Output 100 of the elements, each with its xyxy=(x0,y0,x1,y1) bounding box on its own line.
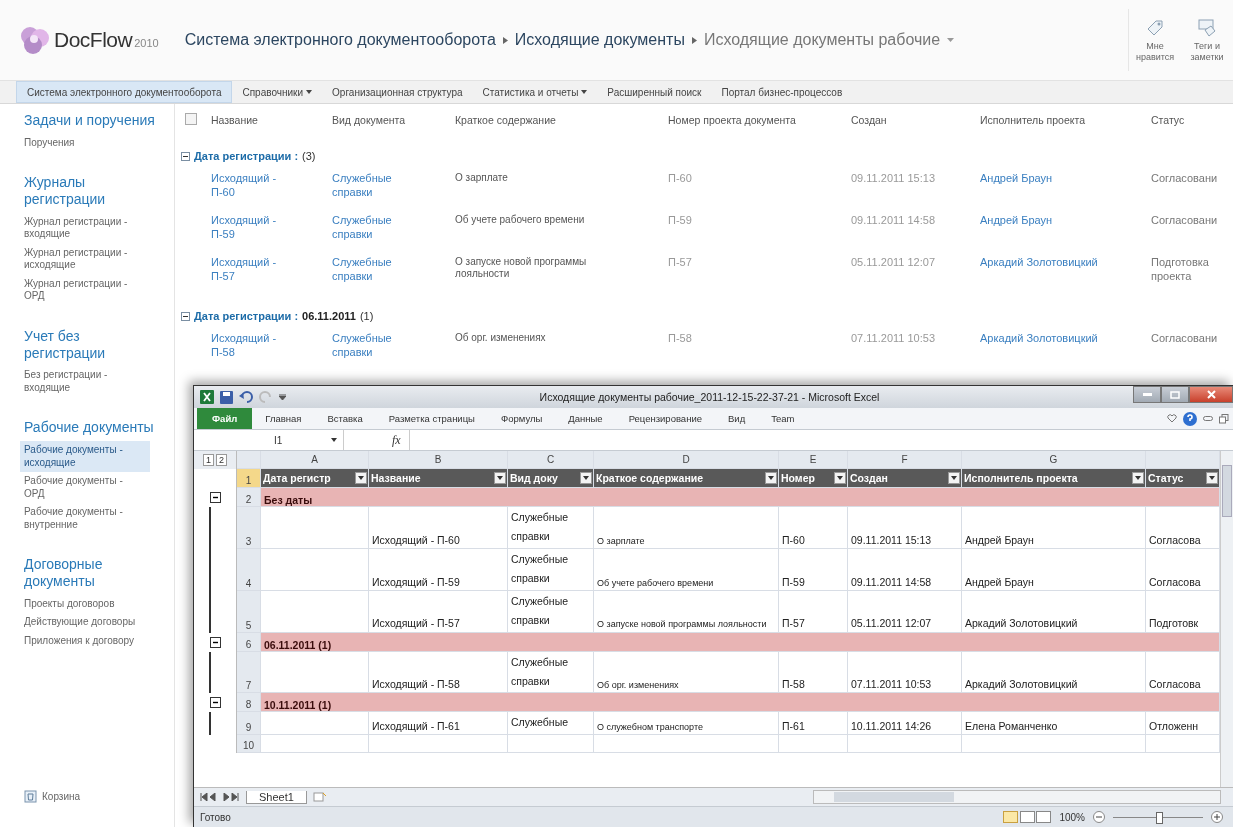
help-icon[interactable] xyxy=(1183,411,1197,426)
social-button[interactable]: Теги и заметки xyxy=(1181,18,1233,62)
sidebar-item[interactable]: Рабочие документы - исходящие xyxy=(20,441,150,473)
outline-level-button[interactable]: 1 xyxy=(203,453,214,467)
row-number[interactable]: 4 xyxy=(245,577,252,589)
document-link[interactable]: Исходящий - П-60 xyxy=(211,172,291,200)
column-header[interactable]: Краткое содержание xyxy=(455,114,668,126)
sidebar-heading[interactable]: Учет без регистрации xyxy=(24,327,164,362)
row-number[interactable]: 2 xyxy=(245,494,252,505)
document-link[interactable]: Исходящий - П-59 xyxy=(211,214,291,242)
ribbon-tab[interactable]: Team xyxy=(758,408,808,429)
sidebar-item[interactable]: Рабочие документы - ОРД xyxy=(20,472,150,504)
undo-icon[interactable] xyxy=(239,391,253,403)
filter-button[interactable] xyxy=(765,472,777,484)
filter-button[interactable] xyxy=(948,472,960,484)
row-number[interactable]: 9 xyxy=(245,721,252,733)
sidebar-heading[interactable]: Рабочие документы xyxy=(24,419,164,437)
zoom-slider-thumb[interactable] xyxy=(1156,811,1163,824)
customize-caret-icon[interactable] xyxy=(279,394,286,400)
insert-function-button[interactable]: fx xyxy=(384,432,409,448)
collapse-icon[interactable] xyxy=(181,311,190,321)
vertical-scrollbar[interactable] xyxy=(1220,451,1233,787)
sidebar-item[interactable]: Журнал регистрации - входящие xyxy=(20,212,150,244)
outline-level-button[interactable]: 2 xyxy=(216,453,227,467)
filter-button[interactable] xyxy=(1206,472,1218,484)
author-link[interactable]: Андрей Браун xyxy=(980,172,1151,186)
sidebar-item[interactable]: Действующие договоры xyxy=(20,613,150,632)
heart-icon[interactable] xyxy=(1167,414,1177,423)
nav-tab[interactable]: Портал бизнес-процессов xyxy=(711,81,853,103)
caret-icon[interactable] xyxy=(947,38,955,42)
column-header[interactable]: Статус xyxy=(1151,114,1233,126)
nav-tab[interactable]: Расширенный поиск xyxy=(597,81,712,103)
ribbon-tab[interactable]: Данные xyxy=(555,408,616,429)
sidebar-item[interactable]: Журнал регистрации - исходящие xyxy=(20,243,150,275)
sidebar-item[interactable]: Рабочие документы - внутренние xyxy=(20,503,150,535)
zoom-level[interactable]: 100% xyxy=(1059,811,1085,823)
column-letter[interactable]: G xyxy=(1049,454,1058,465)
sheet-navigation-arrows-icon[interactable] xyxy=(200,791,240,803)
document-type-link[interactable]: Служебные справки xyxy=(332,332,407,360)
recycle-bin-link[interactable]: Корзина xyxy=(24,790,174,803)
maximize-button[interactable] xyxy=(1161,386,1189,403)
ribbon-tab[interactable]: Разметка страницы xyxy=(375,408,488,429)
column-letter[interactable]: E xyxy=(809,454,817,465)
minimize-ribbon-icon[interactable] xyxy=(1203,416,1213,421)
filter-button[interactable] xyxy=(494,472,506,484)
row-number[interactable]: 1 xyxy=(245,475,252,486)
ribbon-tab[interactable]: Вид xyxy=(715,408,759,429)
excel-logo-icon[interactable] xyxy=(200,390,214,404)
breadcrumb-link[interactable]: Исходящие документы xyxy=(514,30,685,50)
minimize-button[interactable] xyxy=(1133,386,1161,403)
sidebar-item[interactable]: Проекты договоров xyxy=(20,594,150,614)
filter-button[interactable] xyxy=(834,472,846,484)
restore-window-icon[interactable] xyxy=(1219,413,1229,424)
sidebar-heading[interactable]: Журналы регистрации xyxy=(24,174,164,208)
author-link[interactable]: Аркадий Золотовицкий xyxy=(980,332,1151,346)
social-button[interactable]: Мне нравится xyxy=(1129,18,1181,62)
column-header[interactable]: Создан xyxy=(851,114,980,126)
document-type-link[interactable]: Служебные справки xyxy=(332,214,407,242)
column-letter[interactable]: B xyxy=(434,454,442,465)
document-type-link[interactable]: Служебные справки xyxy=(332,172,407,200)
filter-button[interactable] xyxy=(580,472,592,484)
sheet-tab[interactable]: Sheet1 xyxy=(246,790,307,804)
ribbon-tab[interactable]: Вставка xyxy=(314,408,376,429)
document-link[interactable]: Исходящий - П-57 xyxy=(211,256,291,284)
collapse-icon[interactable] xyxy=(209,697,221,709)
row-number[interactable]: 5 xyxy=(245,619,252,631)
close-button[interactable] xyxy=(1189,386,1233,403)
ribbon-tab[interactable]: Файл xyxy=(197,408,253,429)
collapse-icon[interactable] xyxy=(181,151,190,161)
save-icon[interactable] xyxy=(220,390,233,404)
ribbon-tab[interactable]: Рецензирование xyxy=(615,408,715,429)
column-header[interactable]: Номер проекта документа xyxy=(668,114,851,126)
collapse-icon[interactable] xyxy=(209,492,221,503)
view-mode-icon[interactable] xyxy=(1003,811,1052,823)
column-letter[interactable]: A xyxy=(311,454,318,465)
author-link[interactable]: Андрей Браун xyxy=(980,214,1151,228)
nav-tab[interactable]: Статистика и отчеты xyxy=(472,81,598,103)
sidebar-item[interactable]: Журнал регистрации - ОРД xyxy=(20,274,150,306)
column-header[interactable]: Исполнитель проекта xyxy=(980,114,1151,126)
name-box[interactable]: I1 xyxy=(194,430,344,450)
document-link[interactable]: Исходящий - П-58 xyxy=(211,332,291,360)
column-header[interactable]: Вид документа xyxy=(332,114,455,126)
row-number[interactable]: 8 xyxy=(245,699,252,711)
column-letter[interactable]: D xyxy=(682,454,690,465)
select-all-checkbox[interactable] xyxy=(185,113,197,125)
nav-tab[interactable]: Организационная структура xyxy=(322,81,473,103)
horizontal-scrollbar[interactable] xyxy=(812,790,1221,804)
sidebar-item[interactable]: Без регистрации - входящие xyxy=(20,366,150,398)
nav-tab[interactable]: Система электронного документооборота xyxy=(16,81,233,103)
breadcrumb-link[interactable]: Система электронного документооборота xyxy=(184,30,496,50)
column-letter[interactable]: F xyxy=(901,454,908,465)
zoom-in-icon[interactable] xyxy=(1211,811,1223,823)
sidebar-heading[interactable]: Договорные документы xyxy=(24,556,164,590)
breadcrumb-link[interactable]: Исходящие документы рабочие xyxy=(703,31,941,49)
filter-button[interactable] xyxy=(355,472,367,484)
zoom-out-icon[interactable] xyxy=(1093,811,1105,823)
author-link[interactable]: Аркадий Золотовицкий xyxy=(980,256,1151,270)
column-letter[interactable]: C xyxy=(546,454,555,465)
sidebar-heading[interactable]: Задачи и поручения xyxy=(24,112,164,129)
ribbon-tab[interactable]: Формулы xyxy=(487,408,556,429)
